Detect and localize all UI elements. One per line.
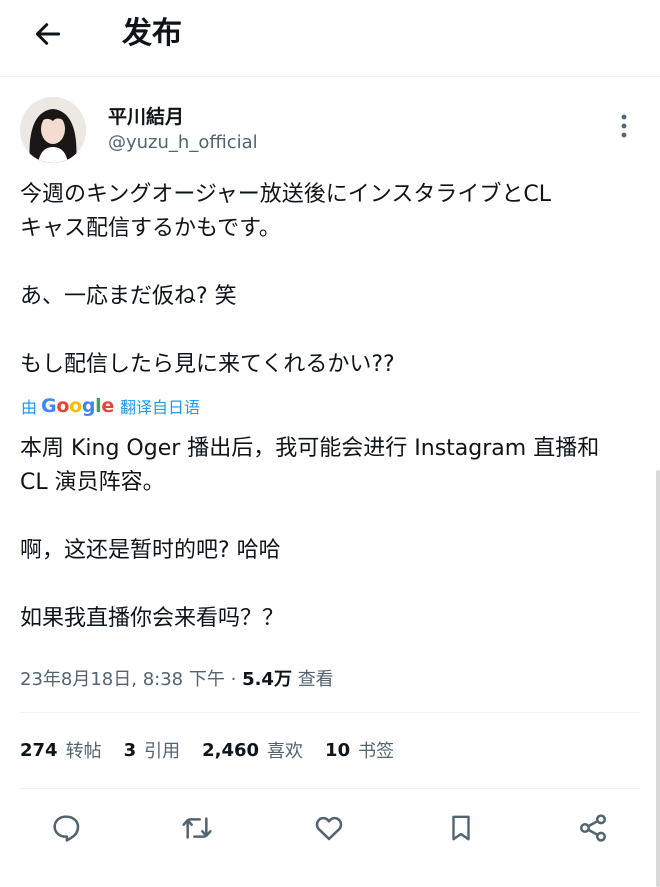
tweet-meta: 23年8月18日, 8:38 下午 · 5.4万 查看 — [20, 665, 334, 695]
author-handle[interactable]: @yuzu_h_official — [108, 131, 258, 155]
views-count: 5.4万 — [242, 669, 292, 690]
share-icon — [580, 814, 606, 842]
stat-quotes[interactable]: 3 引用 — [124, 737, 181, 763]
more-options-button[interactable] — [614, 111, 634, 141]
divider — [20, 712, 640, 713]
bookmark-button[interactable] — [439, 806, 483, 850]
tweet-timestamp[interactable]: 23年8月18日, 8:38 下午 — [20, 669, 225, 690]
like-icon — [315, 816, 343, 841]
divider — [20, 788, 640, 789]
google-logo: Google — [41, 395, 114, 417]
back-button[interactable] — [28, 14, 68, 54]
back-arrow-icon — [35, 23, 61, 45]
translated-text: 本周 King Oger 播出后，我可能会进行 Instagram 直播和 CL… — [20, 436, 600, 631]
translation-prefix: 由 — [21, 398, 38, 417]
reply-icon — [53, 815, 80, 842]
share-button[interactable] — [571, 806, 615, 850]
tweet-text: 今週のキングオージャー放送後にインスタライブとCL キャス配信するかもです。 あ… — [20, 182, 551, 377]
bookmark-icon — [452, 815, 470, 841]
meta-separator: · — [230, 669, 237, 690]
stat-likes[interactable]: 2,460 喜欢 — [202, 737, 303, 763]
reply-button[interactable] — [44, 806, 88, 850]
top-bar: 发布 — [0, 0, 660, 77]
tweet-stats: 274 转帖 3 引用 2,460 喜欢 10 书签 — [20, 735, 416, 765]
translation-source-language: 翻译自日语 — [119, 398, 200, 417]
tweet-actions — [0, 800, 660, 856]
stat-bookmarks[interactable]: 10 书签 — [325, 737, 394, 763]
like-button[interactable] — [307, 806, 351, 850]
repost-button[interactable] — [175, 806, 219, 850]
page-title: 发布 — [122, 16, 182, 51]
avatar[interactable] — [20, 97, 86, 163]
stat-reposts[interactable]: 274 转帖 — [20, 737, 102, 763]
more-vertical-icon — [621, 114, 627, 138]
tweet-author: 平川結月 @yuzu_h_official — [20, 97, 640, 163]
translation-attribution[interactable]: 由 Google 翻译自日语 — [21, 393, 200, 419]
repost-icon — [182, 817, 212, 839]
avatar-portrait-icon — [20, 97, 86, 163]
scrollbar[interactable] — [656, 470, 660, 887]
views-label: 查看 — [297, 669, 334, 690]
author-display-name[interactable]: 平川結月 — [108, 105, 184, 129]
